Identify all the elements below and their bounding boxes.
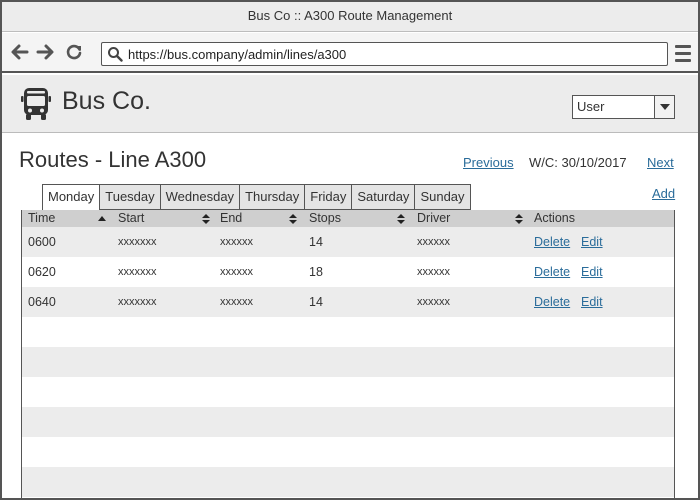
table-header: Time Start End Stops Driver Actions: [22, 210, 674, 227]
dropdown-arrow-icon[interactable]: [654, 96, 674, 118]
sort-both-icon[interactable]: [515, 214, 523, 224]
routes-table: Time Start End Stops Driver Actions 0600…: [21, 210, 675, 500]
user-dropdown-value: User: [577, 99, 605, 114]
forward-arrow-icon[interactable]: [35, 42, 55, 64]
table-row: 0620 xxxxxxx xxxxxx 18 xxxxxx Delete Edi…: [22, 257, 674, 287]
page-title: Routes - Line A300: [19, 147, 207, 172]
tab-thursday[interactable]: Thursday: [240, 184, 306, 210]
previous-week-link[interactable]: Previous: [463, 155, 514, 170]
empty-table-row: [22, 317, 674, 347]
user-dropdown[interactable]: User: [572, 95, 675, 119]
browser-window: Bus Co :: A300 Route Management https://…: [0, 0, 700, 500]
cell-driver: xxxxxx: [417, 236, 450, 248]
table-row: 0600 xxxxxxx xxxxxx 14 xxxxxx Delete Edi…: [22, 227, 674, 257]
column-header-start[interactable]: Start: [118, 210, 144, 227]
column-header-end[interactable]: End: [220, 210, 242, 227]
tab-wednesday[interactable]: Wednesday: [160, 184, 241, 210]
bus-icon: [21, 88, 51, 120]
browser-navbar: [2, 33, 698, 73]
week-commencing-label: W/C: 30/10/2017: [529, 155, 627, 170]
tab-saturday[interactable]: Saturday: [352, 184, 416, 210]
cell-driver: xxxxxx: [417, 266, 450, 278]
window-title: Bus Co :: A300 Route Management: [2, 2, 698, 32]
sort-asc-icon[interactable]: [98, 214, 106, 224]
next-week-link[interactable]: Next: [647, 155, 674, 170]
cell-end: xxxxxx: [220, 266, 253, 278]
reload-icon[interactable]: [64, 42, 84, 64]
delete-link[interactable]: Delete: [534, 257, 570, 287]
delete-link[interactable]: Delete: [534, 227, 570, 257]
tab-monday[interactable]: Monday: [42, 184, 101, 211]
address-bar[interactable]: [101, 42, 668, 66]
hamburger-menu-icon[interactable]: [675, 45, 691, 62]
app-header: Bus Co. User: [2, 75, 698, 133]
cell-time: 0600: [28, 235, 56, 249]
edit-link[interactable]: Edit: [581, 287, 603, 317]
tab-tuesday[interactable]: Tuesday: [100, 184, 161, 210]
sort-both-icon[interactable]: [289, 214, 297, 224]
cell-end: xxxxxx: [220, 236, 253, 248]
delete-link[interactable]: Delete: [534, 287, 570, 317]
column-header-driver[interactable]: Driver: [417, 210, 450, 227]
edit-link[interactable]: Edit: [581, 257, 603, 287]
sort-both-icon[interactable]: [397, 214, 405, 224]
search-icon: [108, 47, 123, 62]
empty-table-row: [22, 407, 674, 437]
empty-table-row: [22, 437, 674, 467]
back-arrow-icon[interactable]: [10, 42, 30, 64]
sort-both-icon[interactable]: [202, 214, 210, 224]
tab-friday[interactable]: Friday: [305, 184, 353, 210]
cell-time: 0620: [28, 265, 56, 279]
cell-start: xxxxxxx: [118, 266, 157, 278]
edit-link[interactable]: Edit: [581, 227, 603, 257]
column-header-actions: Actions: [534, 211, 575, 225]
cell-stops: 18: [309, 265, 323, 279]
brand-name: Bus Co.: [62, 87, 151, 115]
empty-table-row: [22, 377, 674, 407]
column-header-time[interactable]: Time: [28, 210, 55, 227]
cell-start: xxxxxxx: [118, 296, 157, 308]
column-header-stops[interactable]: Stops: [309, 210, 341, 227]
cell-time: 0640: [28, 295, 56, 309]
empty-table-row: [22, 347, 674, 377]
cell-end: xxxxxx: [220, 296, 253, 308]
day-tabs: Monday Tuesday Wednesday Thursday Friday…: [42, 184, 471, 211]
cell-start: xxxxxxx: [118, 236, 157, 248]
cell-driver: xxxxxx: [417, 296, 450, 308]
cell-stops: 14: [309, 235, 323, 249]
empty-table-row: [22, 467, 674, 497]
add-route-link[interactable]: Add: [652, 186, 675, 201]
url-input[interactable]: [128, 45, 663, 63]
tab-sunday[interactable]: Sunday: [415, 184, 471, 210]
cell-stops: 14: [309, 295, 323, 309]
table-row: 0640 xxxxxxx xxxxxx 14 xxxxxx Delete Edi…: [22, 287, 674, 317]
